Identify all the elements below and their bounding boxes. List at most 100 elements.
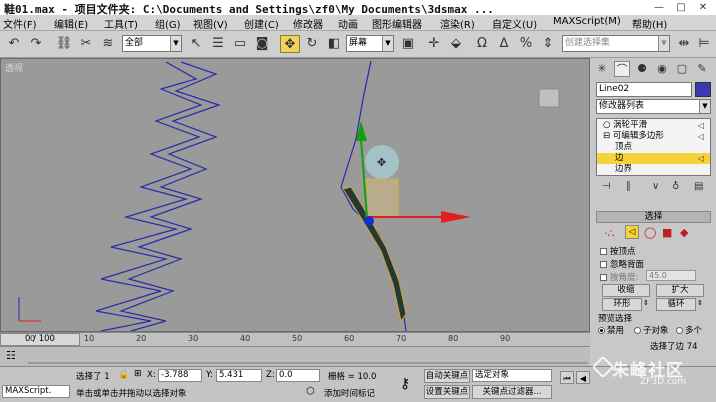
named-selection-dropdown[interactable]: 创建选择集 ▼: [562, 35, 670, 52]
menu-help[interactable]: 帮助(H): [632, 16, 667, 31]
previous-frame-icon[interactable]: ◀: [576, 371, 590, 384]
link-icon[interactable]: ⛓: [54, 35, 74, 53]
menu-customize[interactable]: 自定义(U): [492, 16, 537, 31]
select-rotate-icon[interactable]: ↻: [302, 35, 322, 53]
ring-spinner-icon[interactable]: ⇕: [643, 299, 649, 307]
key-filters-button[interactable]: 关键点过滤器...: [472, 385, 552, 399]
time-tag-icon[interactable]: ⬡: [306, 386, 315, 397]
set-key-button[interactable]: 设置关键点: [424, 385, 470, 399]
element-subobj-icon[interactable]: ◆: [680, 226, 688, 239]
utilities-tab-icon[interactable]: ✎: [694, 61, 710, 77]
by-angle-checkbox[interactable]: 按角度:: [600, 271, 638, 283]
preview-multi-radio[interactable]: 多个: [676, 324, 702, 336]
selection-rollout-header[interactable]: 选择: [596, 211, 711, 223]
ignore-backfacing-checkbox[interactable]: 忽略背面: [600, 258, 644, 270]
modify-tab-icon[interactable]: ⌒: [614, 61, 630, 77]
menu-tools[interactable]: 工具(T): [104, 16, 138, 31]
menu-file[interactable]: 文件(F): [3, 16, 37, 31]
polygon-subobj-icon[interactable]: ■: [662, 226, 672, 239]
select-move-icon[interactable]: ✥: [280, 35, 300, 53]
menu-rendering[interactable]: 渲染(R): [440, 16, 475, 31]
chevron-down-icon: ▼: [658, 36, 669, 51]
object-name-field[interactable]: Line02: [596, 82, 692, 97]
menu-group[interactable]: 组(G): [155, 16, 181, 31]
menu-modifiers[interactable]: 修改器: [293, 16, 323, 31]
align-icon[interactable]: ⊨: [694, 35, 714, 53]
modifier-stack[interactable]: ○ 涡轮平滑 ◁ ⊟ 可编辑多边形 ◁ 顶点 边 ◁ 边界: [596, 118, 711, 176]
grow-button[interactable]: 扩大: [656, 284, 704, 297]
snap-toggle-icon[interactable]: Ω: [472, 35, 492, 53]
select-scale-icon[interactable]: ◧: [324, 35, 344, 53]
menu-maxscript[interactable]: MAXScript(M): [553, 16, 621, 27]
menu-edit[interactable]: 编辑(E): [54, 16, 88, 31]
select-by-name-icon[interactable]: ☰: [208, 35, 228, 53]
hierarchy-tab-icon[interactable]: ⚈: [634, 61, 650, 77]
track-bar[interactable]: ☷: [0, 346, 590, 366]
vertex-subobj-icon[interactable]: ·∴: [604, 227, 615, 240]
window-crossing-icon[interactable]: ◙: [252, 35, 272, 53]
curve-editor-icon[interactable]: ☷: [6, 349, 16, 362]
ring-button[interactable]: 环形: [602, 298, 642, 311]
selection-filter-dropdown[interactable]: 全部 ▼: [122, 35, 182, 52]
loop-spinner-icon[interactable]: ⇕: [697, 299, 703, 307]
show-end-result-icon[interactable]: ∥: [626, 181, 631, 192]
make-unique-icon[interactable]: ∨: [652, 181, 659, 192]
pivot-center-icon[interactable]: ▣: [398, 35, 418, 53]
undo-icon[interactable]: ↶: [4, 35, 24, 53]
remove-modifier-icon[interactable]: ♁: [672, 181, 679, 192]
unlink-icon[interactable]: ✂: [76, 35, 96, 53]
key-icon[interactable]: ⚷: [400, 376, 410, 392]
object-color-swatch[interactable]: [695, 82, 711, 97]
auto-key-button[interactable]: 自动关键点: [424, 369, 470, 383]
configure-sets-icon[interactable]: ▤: [694, 181, 703, 192]
border-subobj-icon[interactable]: ◯: [644, 226, 656, 239]
menu-view[interactable]: 视图(V): [193, 16, 228, 31]
motion-tab-icon[interactable]: ◉: [654, 61, 670, 77]
menu-animation[interactable]: 动画: [338, 16, 358, 31]
percent-snap-icon[interactable]: %: [516, 35, 536, 53]
lock-icon[interactable]: 🔒: [118, 370, 129, 380]
maximize-button[interactable]: □: [670, 0, 692, 15]
shrink-button[interactable]: 收缩: [602, 284, 650, 297]
go-to-start-icon[interactable]: ⏮: [560, 371, 574, 384]
ref-coord-dropdown[interactable]: 屏幕 ▼: [346, 35, 394, 52]
redo-icon[interactable]: ↷: [26, 35, 46, 53]
stack-item[interactable]: 边界: [597, 164, 710, 175]
select-object-icon[interactable]: ↖: [186, 35, 206, 53]
stack-item[interactable]: 顶点: [597, 142, 710, 153]
z-coordinate-field[interactable]: 0.0: [276, 369, 320, 382]
stack-item[interactable]: ⊟ 可编辑多边形 ◁: [597, 131, 710, 142]
maxscript-listener[interactable]: MAXScript.: [2, 385, 70, 398]
key-mode-dropdown[interactable]: 选定对象: [472, 369, 552, 382]
by-vertex-checkbox[interactable]: 按顶点: [600, 245, 636, 257]
edge-subobj-icon[interactable]: ◁: [625, 225, 639, 239]
modifier-list-dropdown[interactable]: 修改器列表 ▼: [596, 99, 711, 114]
preview-off-radio[interactable]: 禁用: [598, 324, 624, 336]
minimize-button[interactable]: —: [648, 0, 670, 15]
menu-graph-editors[interactable]: 图形编辑器: [372, 16, 422, 31]
angle-spinner[interactable]: 45.0: [646, 270, 696, 281]
menu-create[interactable]: 创建(C): [244, 16, 279, 31]
time-slider[interactable]: 0 / 100: [0, 333, 80, 346]
mirror-icon[interactable]: ⇹: [674, 35, 694, 53]
bind-space-warp-icon[interactable]: ≋: [98, 35, 118, 53]
close-button[interactable]: ✕: [692, 0, 714, 15]
rect-selection-icon[interactable]: ▭: [230, 35, 250, 53]
y-coordinate-field[interactable]: 5.431: [216, 369, 262, 382]
add-time-tag[interactable]: 添加时间标记: [324, 387, 375, 399]
pin-stack-icon[interactable]: ⊣: [602, 181, 611, 192]
stack-item[interactable]: ○ 涡轮平滑 ◁: [597, 120, 710, 131]
x-coordinate-field[interactable]: -3.788: [158, 369, 202, 382]
gizmo-plane: [365, 178, 399, 218]
select-manipulate-icon[interactable]: ✛: [424, 35, 444, 53]
perspective-viewport[interactable]: 透视 ✥: [0, 58, 590, 332]
stack-item-selected[interactable]: 边 ◁: [597, 153, 710, 164]
spinner-snap-icon[interactable]: ⇕: [538, 35, 558, 53]
display-tab-icon[interactable]: ▢: [674, 61, 690, 77]
preview-subobject-radio[interactable]: 子对象: [634, 324, 669, 336]
absolute-mode-icon[interactable]: ⊞: [134, 369, 142, 379]
angle-snap-icon[interactable]: ∆: [494, 35, 514, 53]
loop-button[interactable]: 循环: [656, 298, 696, 311]
create-tab-icon[interactable]: ✳: [594, 61, 610, 77]
keyboard-shortcut-icon[interactable]: ⬙: [446, 35, 466, 53]
